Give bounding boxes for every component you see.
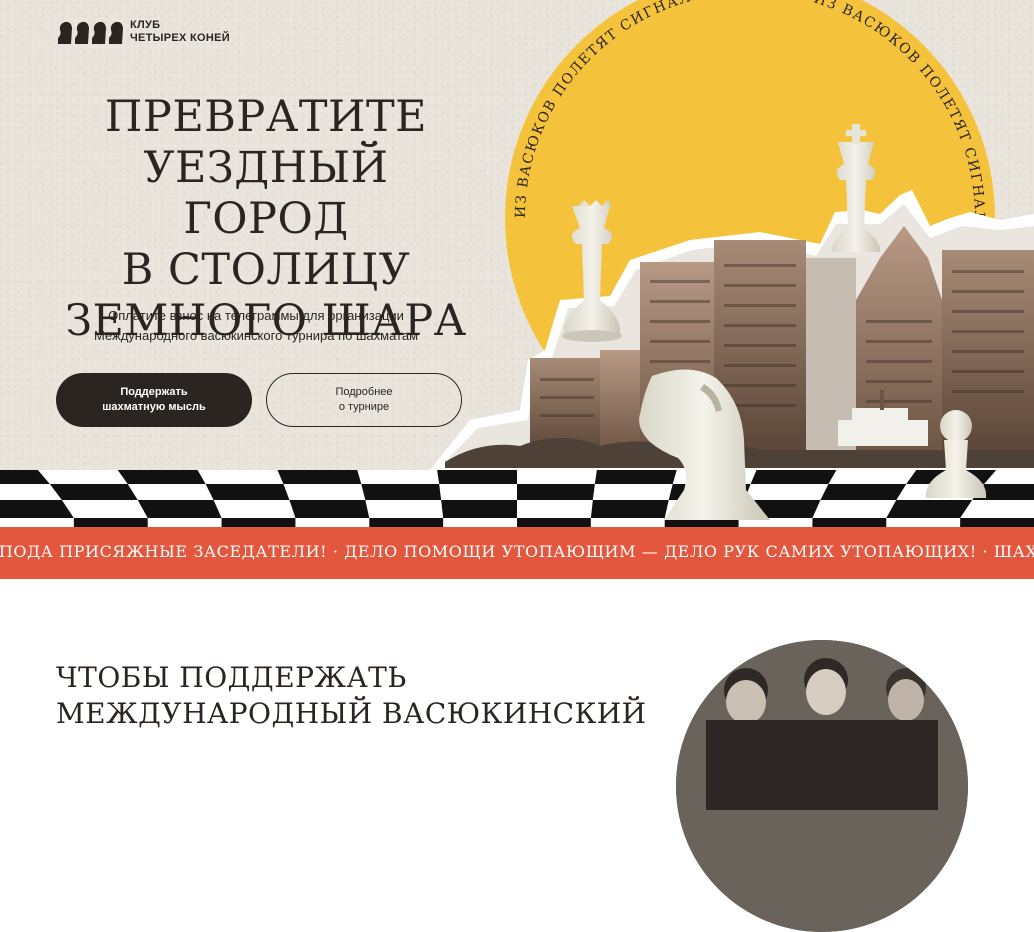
board-square [137, 500, 222, 518]
board-square [221, 518, 296, 527]
subtext-line: Международного васюкинского турнира по ш… [93, 328, 419, 343]
ticker-text: СПОДА ПРИСЯЖНЫЕ ЗАСЕДАТЕЛИ! · ДЕЛО ПОМОЩ… [0, 542, 1034, 561]
board-square [750, 470, 837, 484]
support-button-label-line: Поддержать [120, 386, 188, 398]
board-square [205, 484, 290, 500]
board-square [820, 484, 907, 500]
board-square [812, 518, 887, 527]
logo-line-2: ЧЕТЫРЕХ КОНЕЙ [130, 32, 230, 44]
hero-subtext: Оплатите взнос на телеграммы для организ… [56, 306, 456, 346]
board-square [361, 484, 442, 500]
board-square [441, 500, 517, 518]
chess-players-photo [676, 640, 968, 932]
board-square [369, 518, 444, 527]
logo-text: КЛУБ ЧЕТЫРЕХ КОНЕЙ [130, 19, 230, 45]
headline-line: ПРЕВРАТИТЕ [104, 92, 428, 142]
headline-line: УЕЗДНЫЙ ГОРОД [143, 143, 389, 244]
board-square [594, 470, 677, 484]
board-square [73, 518, 148, 527]
board-square [117, 470, 206, 484]
four-knights-icon [58, 21, 123, 44]
support-button[interactable]: Поддержать шахматную мысль [56, 373, 252, 427]
board-square [289, 500, 370, 518]
section-title: ЧТОБЫ ПОДДЕРЖАТЬ МЕЖДУНАРОДНЫЙ ВАСЮКИНСК… [56, 660, 647, 732]
headline-line: В СТОЛИЦУ [121, 245, 411, 295]
board-square [590, 500, 669, 518]
board-square [960, 518, 1034, 527]
subtext-line: Оплатите взнос на телеграммы для организ… [108, 308, 404, 323]
learn-more-label-line: Подробнее [335, 386, 393, 398]
slogan-ticker: СПОДА ПРИСЯЖНЫЕ ЗАСЕДАТЕЛИ! · ДЕЛО ПОМОЩ… [0, 527, 1034, 579]
support-button-label-line: шахматную мысль [102, 401, 206, 413]
board-square [517, 518, 591, 527]
section-title-line: ЧТОБЫ ПОДДЕРЖАТЬ [56, 661, 407, 694]
learn-more-label-line: о турнире [338, 401, 390, 413]
logo-line-1: КЛУБ [130, 19, 161, 31]
board-square [517, 484, 595, 500]
board-square [437, 470, 517, 484]
board-square [49, 484, 138, 500]
learn-more-button[interactable]: Подробнее о турнире [266, 373, 462, 427]
section-title-line: МЕЖДУНАРОДНЫЙ ВАСЮКИНСКИЙ [56, 697, 647, 730]
board-square [886, 500, 973, 518]
hero-section: ИЗ ВАСЮКОВ ПОЛЕТЯТ СИГНАЛЫ НА МАРС · ИЗ … [0, 0, 1034, 527]
players-photo-image [676, 640, 968, 932]
logo[interactable]: КЛУБ ЧЕТЫРЕХ КОНЕЙ [56, 18, 230, 46]
chessboard [0, 470, 1034, 527]
board-square [0, 500, 74, 518]
board-square [277, 470, 362, 484]
